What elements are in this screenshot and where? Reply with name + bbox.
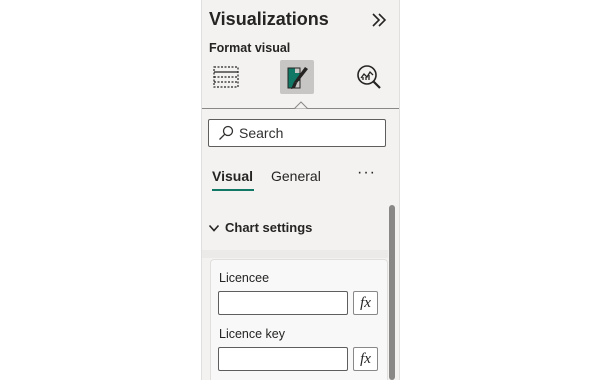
chart-settings-card: Licencee fx Licence key fx [210, 259, 388, 380]
search-box[interactable] [208, 119, 386, 147]
search-icon [219, 125, 234, 140]
double-chevron-right-icon [372, 13, 387, 27]
collapse-pane-button[interactable] [370, 11, 388, 29]
fields-icon [213, 66, 239, 88]
pane-title: Visualizations [209, 9, 329, 29]
tab-general[interactable]: General [271, 168, 321, 184]
licence-key-input[interactable] [218, 347, 348, 371]
section-separator [202, 250, 388, 258]
active-pointer-notch [294, 101, 308, 115]
visualizations-pane: Visualizations Format visual Search Visu… [201, 0, 400, 380]
licencee-fx-button[interactable]: fx [353, 291, 378, 315]
format-visual-heading: Format visual [209, 41, 291, 55]
licence-key-label: Licence key [219, 327, 286, 341]
more-options-button[interactable]: ··· [357, 164, 376, 182]
tab-visual[interactable]: Visual [212, 168, 253, 184]
format-paintbrush-icon [287, 67, 308, 89]
licencee-input[interactable] [218, 291, 348, 315]
active-tab-indicator [212, 189, 254, 191]
licence-key-fx-button[interactable]: fx [353, 347, 378, 371]
licencee-label: Licencee [219, 271, 270, 285]
build-visual-button[interactable] [209, 60, 243, 94]
search-input[interactable] [239, 125, 379, 141]
chart-settings-section-toggle[interactable]: Chart settings [208, 220, 312, 235]
analytics-button[interactable] [352, 60, 386, 94]
format-visual-button[interactable] [280, 60, 314, 94]
analytics-icon [357, 65, 381, 89]
scrollbar-thumb[interactable] [389, 205, 395, 380]
section-label: Chart settings [225, 220, 313, 235]
chevron-down-icon [208, 224, 220, 232]
